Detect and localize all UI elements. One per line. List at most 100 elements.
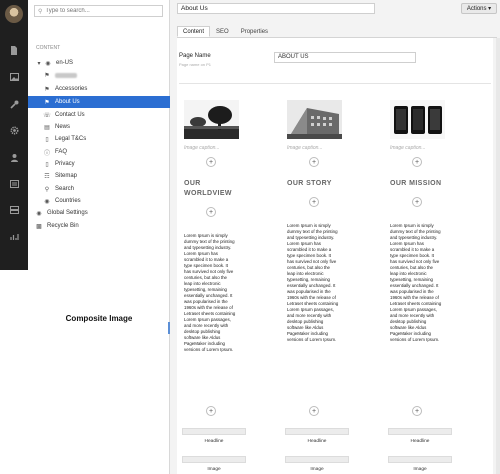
tree-item-label: Sitemap bbox=[55, 173, 78, 179]
column-story: Image caption... + OUR STORY + Lorem Ips… bbox=[285, 100, 349, 472]
tree-item-recycle-bin[interactable]: ▩ Recycle Bin bbox=[28, 220, 170, 232]
add-block-button[interactable]: + bbox=[206, 157, 216, 167]
column-image[interactable] bbox=[390, 100, 445, 139]
avatar[interactable] bbox=[5, 5, 23, 23]
image-field[interactable] bbox=[182, 456, 246, 463]
news-icon: ▤ bbox=[44, 124, 50, 131]
image-icon[interactable] bbox=[0, 70, 28, 84]
column-body-text[interactable]: Lorem Ipsum is simply dummy text of the … bbox=[184, 233, 236, 353]
add-block-button[interactable]: + bbox=[206, 406, 216, 416]
tree-item-label: Accessories bbox=[55, 86, 88, 92]
tree-item-news[interactable]: ▤ News bbox=[28, 121, 170, 133]
column-worldview: Image caption... + OUR WORLDVIEW + Lorem… bbox=[182, 100, 246, 472]
file-icon[interactable] bbox=[0, 43, 28, 57]
add-block-button[interactable]: + bbox=[309, 157, 319, 167]
user-icon[interactable] bbox=[0, 150, 28, 164]
headline-field[interactable] bbox=[182, 428, 246, 435]
image-field[interactable] bbox=[388, 456, 452, 463]
column-heading[interactable]: OUR STORY bbox=[287, 179, 347, 189]
tab-content[interactable]: Content bbox=[177, 26, 211, 37]
tag-icon: ⚑ bbox=[44, 72, 50, 79]
tree-item-label: Countries bbox=[55, 198, 81, 204]
tree-item-label: News bbox=[55, 124, 71, 130]
add-block-button[interactable]: + bbox=[309, 197, 319, 207]
column-body-text[interactable]: Lorem Ipsum is simply dummy text of the … bbox=[287, 223, 339, 343]
tree-root-en-us[interactable]: ▾ ◉ en-US bbox=[28, 57, 170, 69]
globe-icon: ◉ bbox=[45, 60, 51, 67]
tree-item-label: Contact Us bbox=[55, 112, 85, 118]
add-block-button[interactable]: + bbox=[206, 207, 216, 217]
image-caption[interactable]: Image caption... bbox=[390, 145, 450, 151]
page-title-input[interactable]: About Us bbox=[177, 3, 375, 14]
tree-item-global-settings[interactable]: ◉ Global Settings bbox=[28, 207, 170, 219]
tree-search-box[interactable]: ⚲ bbox=[34, 5, 163, 17]
headline-field[interactable] bbox=[285, 428, 349, 435]
blurred-label bbox=[55, 72, 77, 78]
tree-item-label: Privacy bbox=[55, 161, 75, 167]
tree-item-accessories[interactable]: ⚑ Accessories bbox=[28, 83, 170, 95]
tree-item-contact-us[interactable]: ☏ Contact Us bbox=[28, 109, 170, 121]
tag-icon: ⚑ bbox=[44, 86, 50, 93]
image-field-label: Image bbox=[413, 467, 427, 472]
sitemap-icon: ☶ bbox=[44, 173, 50, 180]
column-heading[interactable]: OUR MISSION bbox=[390, 179, 450, 189]
heading-line-2: WORLDVIEW bbox=[184, 190, 232, 197]
heading-line-1: OUR bbox=[184, 180, 201, 187]
content-pane: Page Name Page name on P1 ABOUT US Image… bbox=[177, 38, 493, 474]
wrench-icon[interactable] bbox=[0, 97, 28, 111]
template-icon[interactable] bbox=[0, 203, 28, 217]
gear-icon[interactable] bbox=[0, 123, 28, 137]
globe-icon: ◉ bbox=[44, 198, 50, 205]
tree-item-label: Search bbox=[55, 186, 75, 192]
image-caption[interactable]: Image caption... bbox=[287, 145, 347, 151]
content-scrollbar[interactable] bbox=[496, 38, 500, 474]
document-icon: ▯ bbox=[45, 136, 49, 143]
add-block-button[interactable]: + bbox=[412, 157, 422, 167]
headline-field-label: Headline bbox=[410, 439, 430, 444]
headline-field[interactable] bbox=[388, 428, 452, 435]
question-icon: ⓘ bbox=[43, 150, 50, 157]
tree-search-input[interactable] bbox=[45, 8, 156, 14]
page-name-sublabel: Page name on P1 bbox=[179, 62, 212, 67]
tree-item-hidden[interactable]: ⚑ bbox=[28, 69, 170, 81]
tree-item-label: FAQ bbox=[55, 149, 68, 155]
tree-item-countries[interactable]: ◉ Countries bbox=[28, 195, 170, 207]
trash-icon: ▩ bbox=[36, 223, 42, 230]
page-name-input[interactable]: ABOUT US bbox=[274, 52, 416, 63]
column-image[interactable] bbox=[287, 100, 342, 139]
column-body-text[interactable]: Lorem Ipsum is simply dummy text of the … bbox=[390, 223, 442, 343]
tree-section-label: CONTENT bbox=[36, 45, 61, 51]
editor-tabs: Content SEO Properties bbox=[177, 26, 274, 37]
image-field[interactable] bbox=[285, 456, 349, 463]
page-name-label: Page Name bbox=[179, 53, 211, 59]
document-icon: ▯ bbox=[45, 161, 49, 168]
tree-item-about-us[interactable]: ⚑ About Us bbox=[28, 96, 170, 108]
left-nav-rail bbox=[0, 0, 28, 270]
image-caption[interactable]: Image caption... bbox=[184, 145, 244, 151]
chart-icon[interactable] bbox=[0, 230, 28, 244]
actions-button[interactable]: Actions ▾ bbox=[461, 3, 497, 14]
tab-properties[interactable]: Properties bbox=[235, 26, 274, 37]
tree-item-label: Global Settings bbox=[47, 210, 88, 216]
column-image[interactable] bbox=[184, 100, 239, 139]
tab-seo[interactable]: SEO bbox=[210, 26, 235, 37]
tree-item-legal[interactable]: ▯ Legal T&Cs bbox=[28, 133, 170, 145]
tree-item-privacy[interactable]: ▯ Privacy bbox=[28, 158, 170, 170]
tree-item-label: About Us bbox=[55, 99, 80, 105]
section-divider bbox=[179, 83, 491, 84]
tree-item-sitemap[interactable]: ☶ Sitemap bbox=[28, 170, 170, 182]
list-icon[interactable] bbox=[0, 177, 28, 191]
image-field-label: Image bbox=[310, 467, 324, 472]
column-heading[interactable]: OUR WORLDVIEW bbox=[184, 179, 244, 199]
tree-root-label: en-US bbox=[56, 60, 74, 66]
tree-item-search[interactable]: ⚲ Search bbox=[28, 183, 170, 195]
add-block-button[interactable]: + bbox=[412, 406, 422, 416]
composite-image-label: Composite Image bbox=[65, 313, 133, 323]
add-block-button[interactable]: + bbox=[412, 197, 422, 207]
image-field-label: Image bbox=[207, 467, 221, 472]
column-mission: Image caption... + OUR MISSION + Lorem I… bbox=[388, 100, 452, 472]
tree-item-faq[interactable]: ⓘ FAQ bbox=[28, 146, 170, 158]
tag-icon: ⚑ bbox=[44, 99, 50, 106]
add-block-button[interactable]: + bbox=[309, 406, 319, 416]
tree-item-label: Recycle Bin bbox=[47, 223, 79, 229]
